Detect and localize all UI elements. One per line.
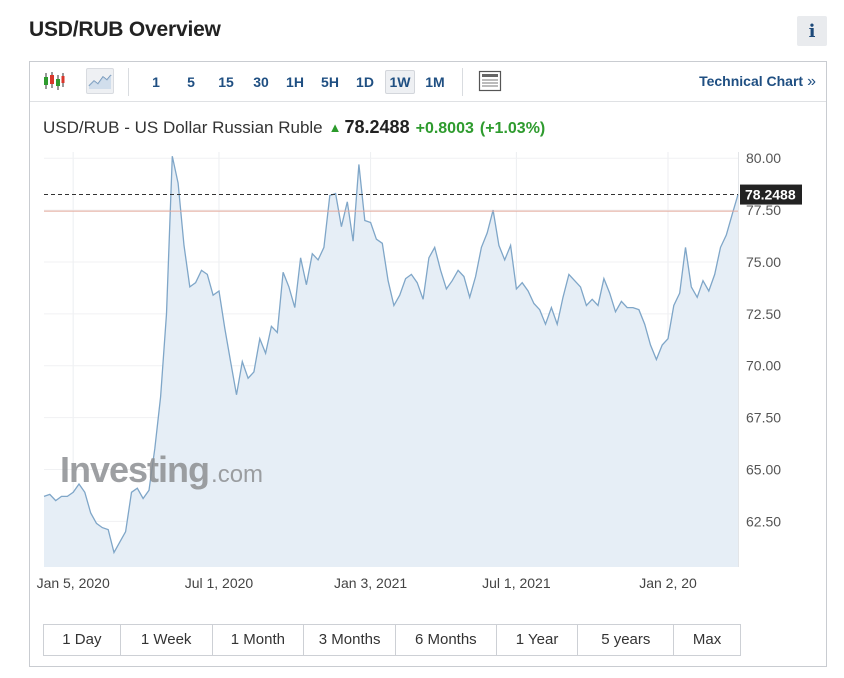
range-1-day[interactable]: 1 Day: [44, 625, 121, 655]
interval-5h[interactable]: 5H: [317, 70, 343, 94]
interval-1d[interactable]: 1D: [352, 70, 378, 94]
news-layout-icon[interactable]: [476, 68, 504, 94]
range-6-months[interactable]: 6 Months: [395, 625, 497, 655]
candlestick-icon[interactable]: [40, 68, 68, 94]
technical-chart-link[interactable]: Technical Chart»: [699, 73, 816, 91]
range-1-month[interactable]: 1 Month: [212, 625, 305, 655]
toolbar-separator: [128, 68, 129, 96]
chart-toolbar: 1 5 15 30 1H 5H 1D 1W 1M Technical Chart…: [30, 62, 826, 102]
interval-1w[interactable]: 1W: [385, 70, 415, 94]
y-tick-label: 65.00: [746, 461, 781, 477]
interval-1h[interactable]: 1H: [282, 70, 308, 94]
instrument-name: USD/RUB - US Dollar Russian Ruble: [43, 118, 323, 137]
arrow-up-icon: ▲: [328, 120, 342, 135]
technical-chart-arrow: »: [807, 73, 816, 90]
range-5-years[interactable]: 5 years: [578, 625, 675, 655]
x-tick-label: Jul 1, 2021: [482, 575, 551, 591]
quote-line: USD/RUB - US Dollar Russian Ruble ▲ 78.248…: [43, 117, 545, 138]
page-header: USD/RUB Overview i: [29, 16, 827, 48]
y-tick-label: 72.50: [746, 306, 781, 322]
y-tick-label: 75.00: [746, 254, 781, 270]
y-tick-label: 67.50: [746, 410, 781, 426]
range-3-months[interactable]: 3 Months: [304, 625, 396, 655]
watermark-suffix: .com: [211, 461, 263, 488]
range-1-year[interactable]: 1 Year: [496, 625, 579, 655]
price-area: [44, 156, 738, 567]
interval-15[interactable]: 15: [213, 70, 239, 94]
range-selector: 1 Day 1 Week 1 Month 3 Months 6 Months 1…: [43, 624, 741, 656]
chart-panel: 1 5 15 30 1H 5H 1D 1W 1M Technical Chart…: [29, 61, 827, 667]
interval-1[interactable]: 1: [146, 70, 166, 94]
x-tick-label: Jul 1, 2020: [185, 575, 254, 591]
interval-1m[interactable]: 1M: [421, 70, 449, 94]
technical-chart-label: Technical Chart: [699, 73, 804, 89]
last-value-label: 78.2488: [745, 187, 796, 203]
toolbar-separator: [462, 68, 463, 96]
y-tick-label: 62.50: [746, 513, 781, 529]
price-change: +0.8003: [415, 120, 474, 137]
interval-30[interactable]: 30: [248, 70, 274, 94]
y-tick-label: 70.00: [746, 358, 781, 374]
watermark-brand: Investing: [60, 449, 209, 490]
price-chart[interactable]: 80.0077.5075.0072.5070.0067.5065.0062.50…: [30, 152, 826, 602]
current-price: 78.2488: [344, 117, 410, 137]
x-tick-label: Jan 2, 20: [639, 575, 697, 591]
interval-5[interactable]: 5: [181, 70, 201, 94]
x-tick-label: Jan 3, 2021: [334, 575, 407, 591]
x-tick-label: Jan 5, 2020: [37, 575, 110, 591]
price-change-percent: (+1.03%): [479, 120, 546, 137]
info-button[interactable]: i: [797, 16, 827, 46]
area-chart-icon[interactable]: [86, 68, 114, 94]
y-tick-label: 80.00: [746, 152, 781, 166]
range-max[interactable]: Max: [674, 625, 740, 655]
page-title: USD/RUB Overview: [29, 18, 221, 41]
range-1-week[interactable]: 1 Week: [120, 625, 213, 655]
